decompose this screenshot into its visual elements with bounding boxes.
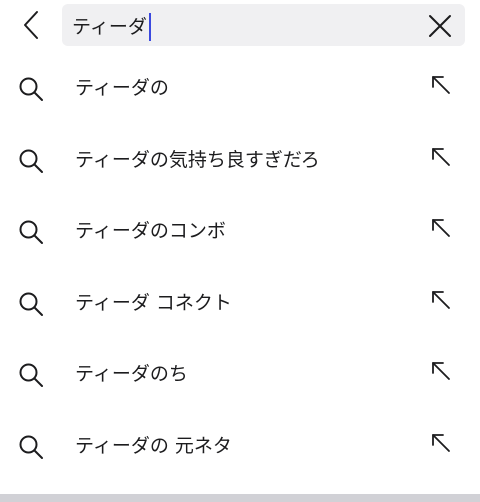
arrow-up-left-icon [432,219,450,238]
search-icon [19,292,43,316]
suggestion-list: ティーダの ティーダの気持ち良すぎだろ ティーダのコンボ ティーダ コネクト テ… [0,52,480,482]
suggestion-label: ティーダのち [75,363,188,386]
suggestion-row[interactable]: ティーダ コネクト [0,267,480,339]
clear-search-button[interactable] [427,13,453,39]
suggestion-row[interactable]: ティーダのコンボ [0,195,480,267]
search-icon [19,220,43,245]
suggestion-label: ティーダの気持ち良すぎだろ [75,148,320,171]
suggestion-row[interactable]: ティーダの [0,52,480,124]
suggestion-label: ティーダのコンボ [75,220,226,243]
search-bar: ティーダ [0,0,480,50]
fill-query-button[interactable] [428,287,454,313]
search-query-text: ティーダ [72,16,147,38]
search-icon [19,363,43,388]
keyboard-top-edge [0,494,480,502]
search-icon [19,435,43,459]
arrow-up-left-icon [432,76,450,94]
search-input[interactable]: ティーダ [62,4,465,46]
text-caret [148,13,151,41]
arrow-up-left-icon [432,147,450,166]
arrow-up-left-icon [432,434,450,452]
chevron-left-icon [24,11,38,39]
suggestion-row[interactable]: ティーダのち [0,338,480,410]
search-icon [19,149,43,173]
arrow-up-left-icon [432,290,450,309]
suggestion-row[interactable]: ティーダの気持ち良すぎだろ [0,124,480,196]
fill-query-button[interactable] [428,144,454,170]
search-icon [19,77,43,101]
suggestion-label: ティーダの 元ネタ [75,434,232,457]
back-button[interactable] [14,6,48,44]
fill-query-button[interactable] [428,358,454,384]
suggestion-label: ティーダの [75,77,169,99]
suggestion-row[interactable]: ティーダの 元ネタ [0,410,480,482]
fill-query-button[interactable] [428,215,454,241]
fill-query-button[interactable] [428,72,454,98]
close-icon [429,15,451,37]
fill-query-button[interactable] [428,430,454,456]
suggestion-label: ティーダ コネクト [75,291,232,314]
arrow-up-left-icon [432,362,450,381]
